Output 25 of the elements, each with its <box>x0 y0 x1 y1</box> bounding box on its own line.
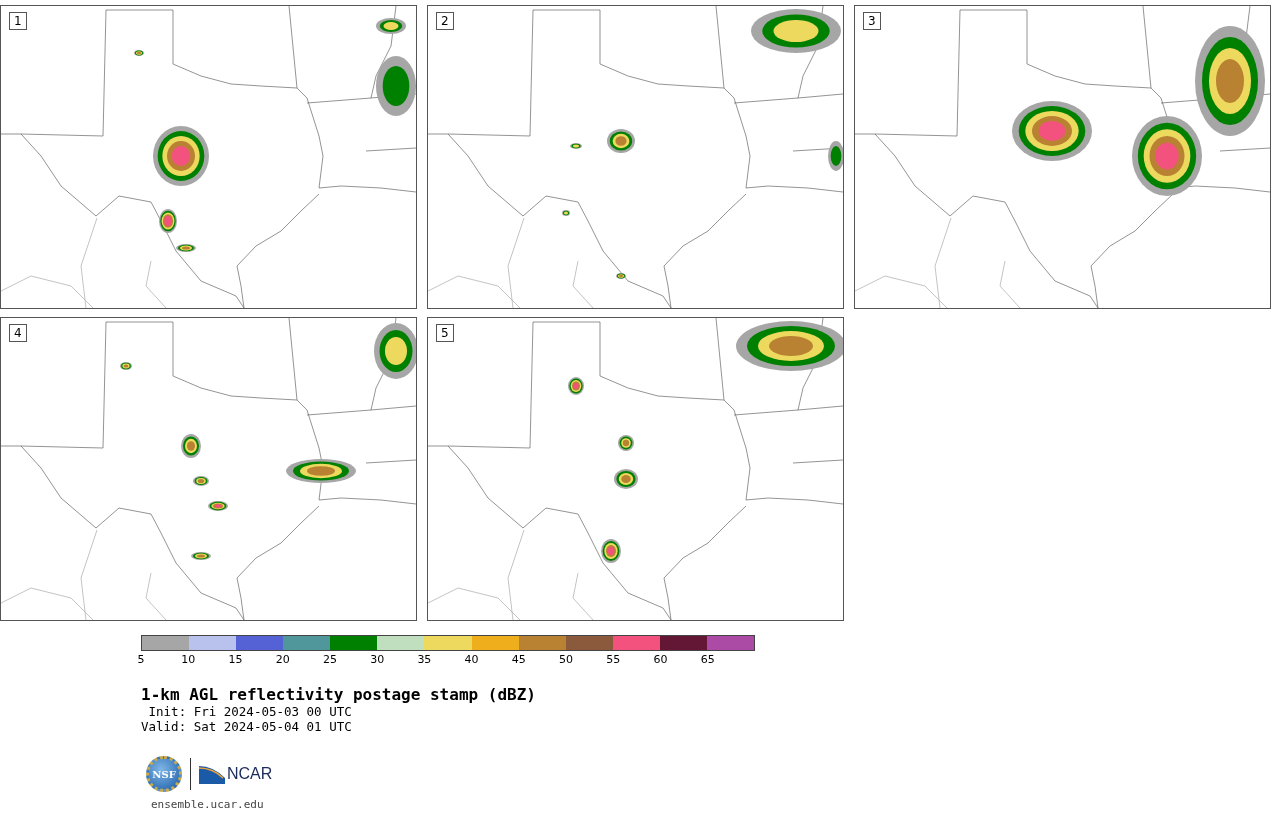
panel-number: 1 <box>9 12 27 30</box>
tick-label: 35 <box>417 653 432 666</box>
panel-number: 2 <box>436 12 454 30</box>
tick-label: 55 <box>606 653 621 666</box>
tick-label: 5 <box>137 653 145 666</box>
tick-label: 45 <box>511 653 526 666</box>
ncar-logo: NCAR <box>227 765 273 783</box>
panel-number: 4 <box>9 324 27 342</box>
panel-number: 3 <box>863 12 881 30</box>
tick-label: 30 <box>370 653 385 666</box>
tick-label: 65 <box>700 653 715 666</box>
tick-label: 60 <box>653 653 668 666</box>
valid-time: Valid: Sat 2024-05-04 01 UTC <box>141 719 353 734</box>
tick-label: 40 <box>464 653 479 666</box>
chart-title: 1-km AGL reflectivity postage stamp (dBZ) <box>141 685 537 704</box>
tick-label: 20 <box>275 653 290 666</box>
swoosh-icon <box>199 764 225 784</box>
tick-label: 50 <box>559 653 574 666</box>
tick-label: 15 <box>228 653 243 666</box>
website-url: ensemble.ucar.edu <box>151 798 265 811</box>
nsf-logo: NSF <box>146 756 182 792</box>
tick-label: 25 <box>322 653 337 666</box>
tick-label: 10 <box>181 653 196 666</box>
panel-number: 5 <box>436 324 454 342</box>
init-time: Init: Fri 2024-05-03 00 UTC <box>147 704 353 719</box>
